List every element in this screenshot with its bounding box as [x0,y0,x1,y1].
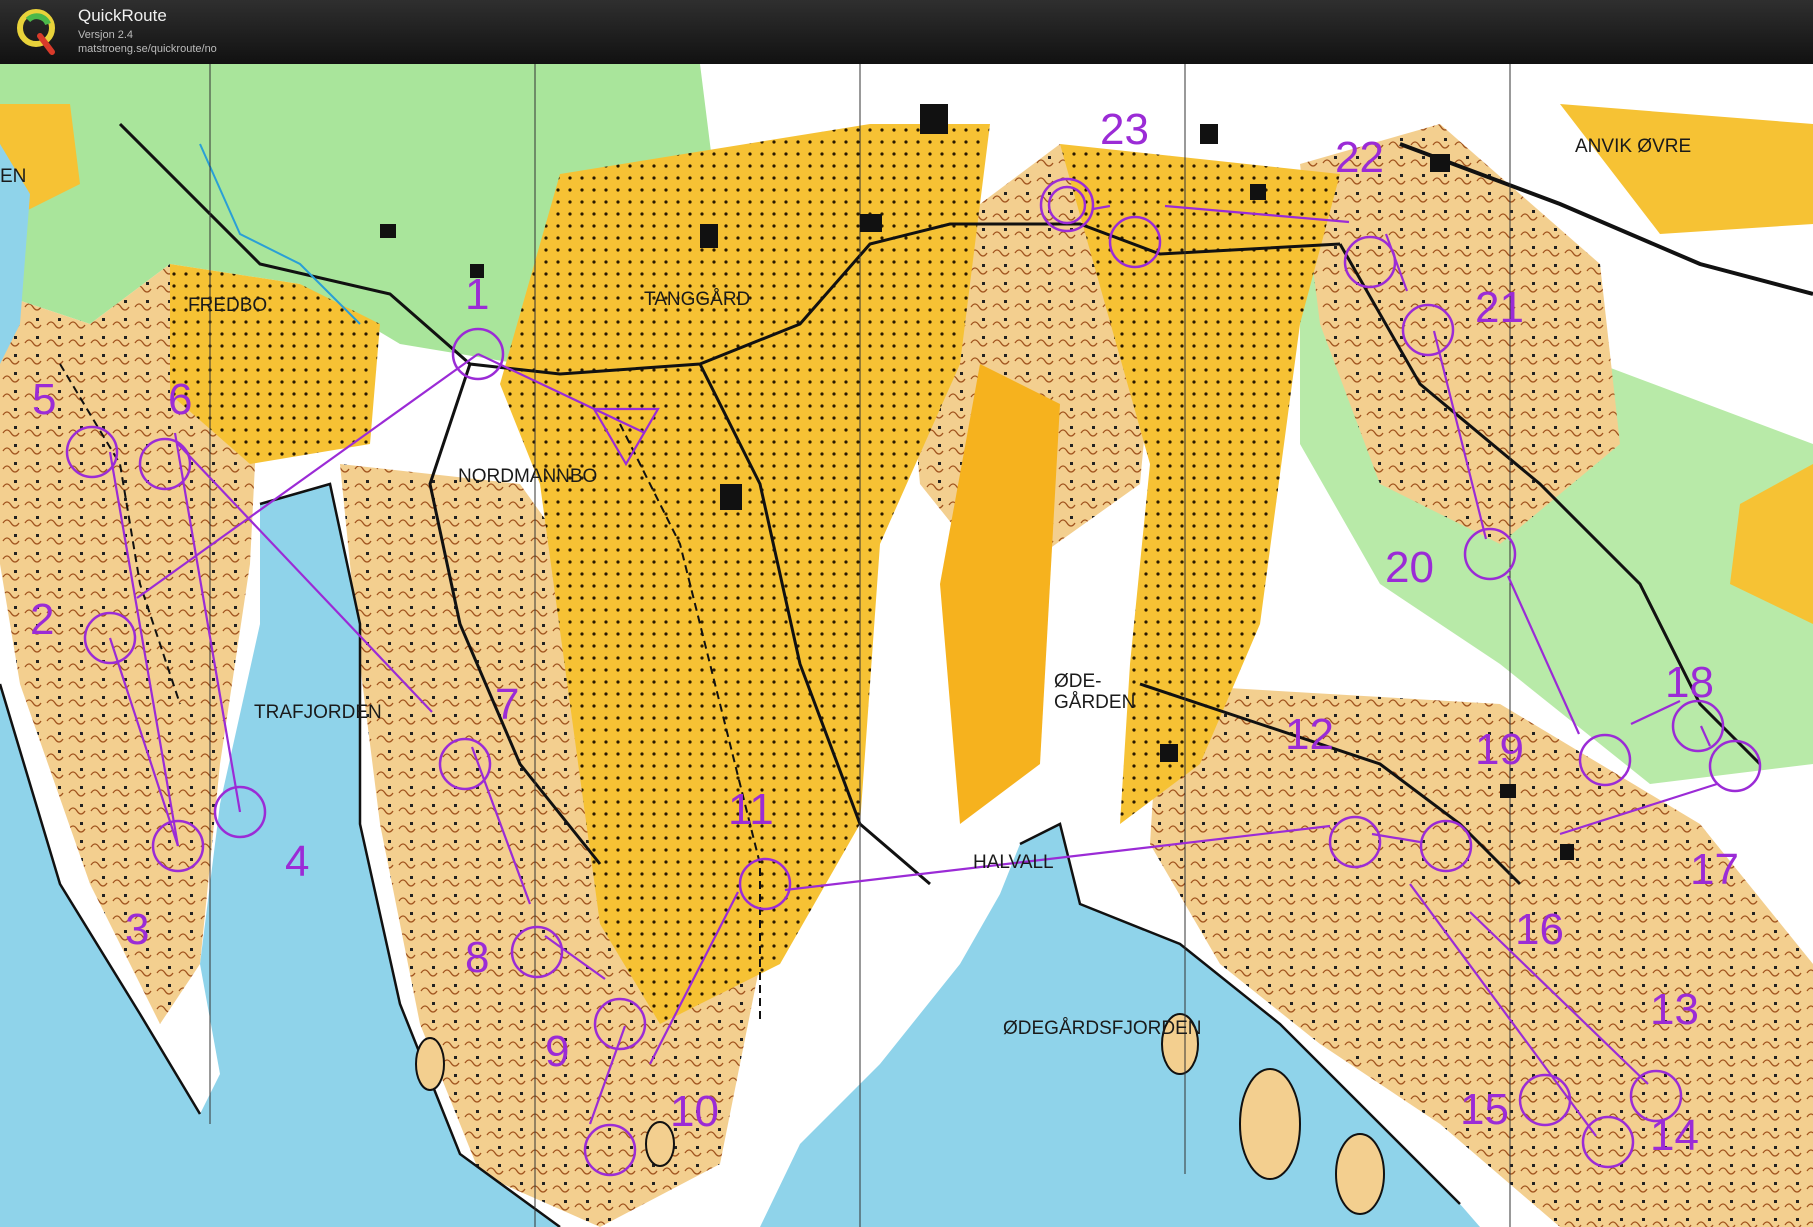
island [1239,1068,1301,1180]
island [1335,1133,1385,1215]
svg-text:ØDEGÅRDSFJORDEN: ØDEGÅRDSFJORDEN [1003,1018,1201,1039]
svg-text:13: 13 [1650,985,1699,1034]
svg-text:20: 20 [1385,543,1434,592]
svg-text:7: 7 [495,680,519,729]
svg-text:5: 5 [32,375,56,424]
svg-text:19: 19 [1475,725,1524,774]
svg-text:17: 17 [1690,845,1739,894]
svg-text:14: 14 [1650,1111,1699,1160]
svg-text:HALVALL: HALVALL [973,852,1054,873]
island [415,1037,445,1091]
orienteering-map[interactable]: 1 2 3 4 5 6 7 8 9 10 11 12 13 14 15 16 1… [0,64,1813,1227]
svg-text:FREDBO: FREDBO [188,295,267,316]
svg-text:1: 1 [465,270,489,319]
svg-text:ANVIK ØVRE: ANVIK ØVRE [1575,136,1691,157]
svg-text:TANGGÅRD: TANGGÅRD [644,289,750,310]
title-bar: QuickRoute Versjon 2.4 matstroeng.se/qui… [0,0,1813,64]
svg-text:12: 12 [1285,710,1334,759]
svg-text:16: 16 [1515,905,1564,954]
quickroute-logo-icon [17,9,55,55]
svg-text:21: 21 [1475,283,1524,332]
svg-text:11: 11 [728,785,774,834]
svg-text:NORDMANNBO: NORDMANNBO [458,466,597,487]
svg-text:GÅRDEN: GÅRDEN [1054,692,1135,713]
svg-text:3: 3 [125,905,149,954]
svg-text:15: 15 [1460,1085,1509,1134]
svg-text:22: 22 [1335,133,1384,182]
svg-text:ØDE-: ØDE- [1054,671,1102,692]
svg-text:23: 23 [1100,105,1149,154]
svg-text:2: 2 [30,595,54,644]
app-title: QuickRoute [78,6,167,25]
svg-text:TRAFJORDEN: TRAFJORDEN [254,702,382,723]
app-version: Versjon 2.4 [78,29,134,41]
svg-text:4: 4 [285,837,309,886]
svg-text:6: 6 [168,375,192,424]
svg-text:10: 10 [670,1087,719,1136]
svg-text:18: 18 [1665,658,1714,707]
svg-text:8: 8 [465,933,489,982]
svg-text:EN: EN [0,166,26,187]
svg-text:9: 9 [545,1027,569,1076]
app-url[interactable]: matstroeng.se/quickroute/no [78,43,217,55]
